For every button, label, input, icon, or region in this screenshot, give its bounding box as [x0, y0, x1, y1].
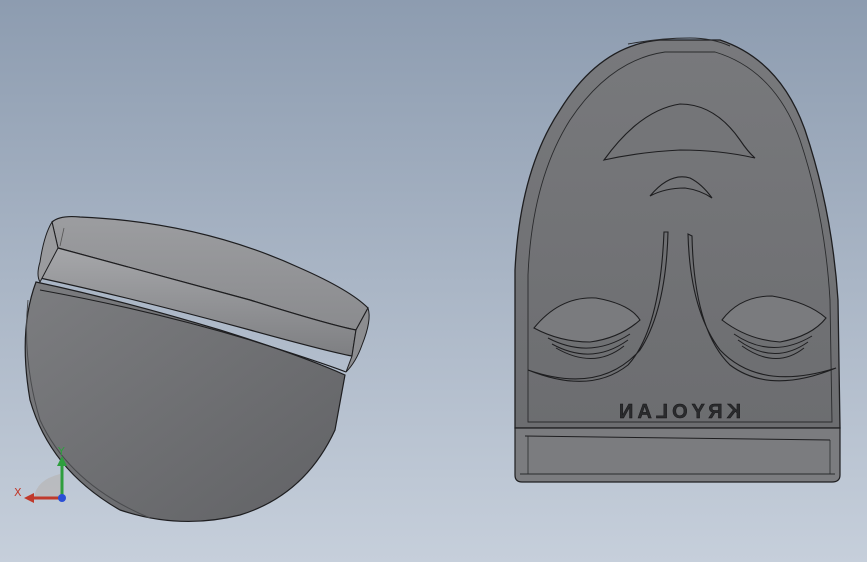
triad-y-label: Y	[57, 445, 65, 458]
triad-plane-icon	[34, 474, 62, 498]
model-scene[interactable]: KRYOLAN X Y	[0, 0, 867, 562]
graphics-viewport[interactable]: KRYOLAN X Y	[0, 0, 867, 562]
triad-z-axis-dot	[58, 494, 66, 502]
right-part-engraved-text: KRYOLAN	[615, 401, 741, 423]
right-part-outline	[514, 39, 841, 429]
triad-x-arrow-icon	[24, 493, 34, 503]
right-part-front-view[interactable]: KRYOLAN	[514, 37, 841, 483]
triad-x-label: X	[14, 486, 22, 499]
reference-triad[interactable]: X Y	[14, 445, 67, 503]
left-part-side-view[interactable]	[24, 215, 370, 523]
